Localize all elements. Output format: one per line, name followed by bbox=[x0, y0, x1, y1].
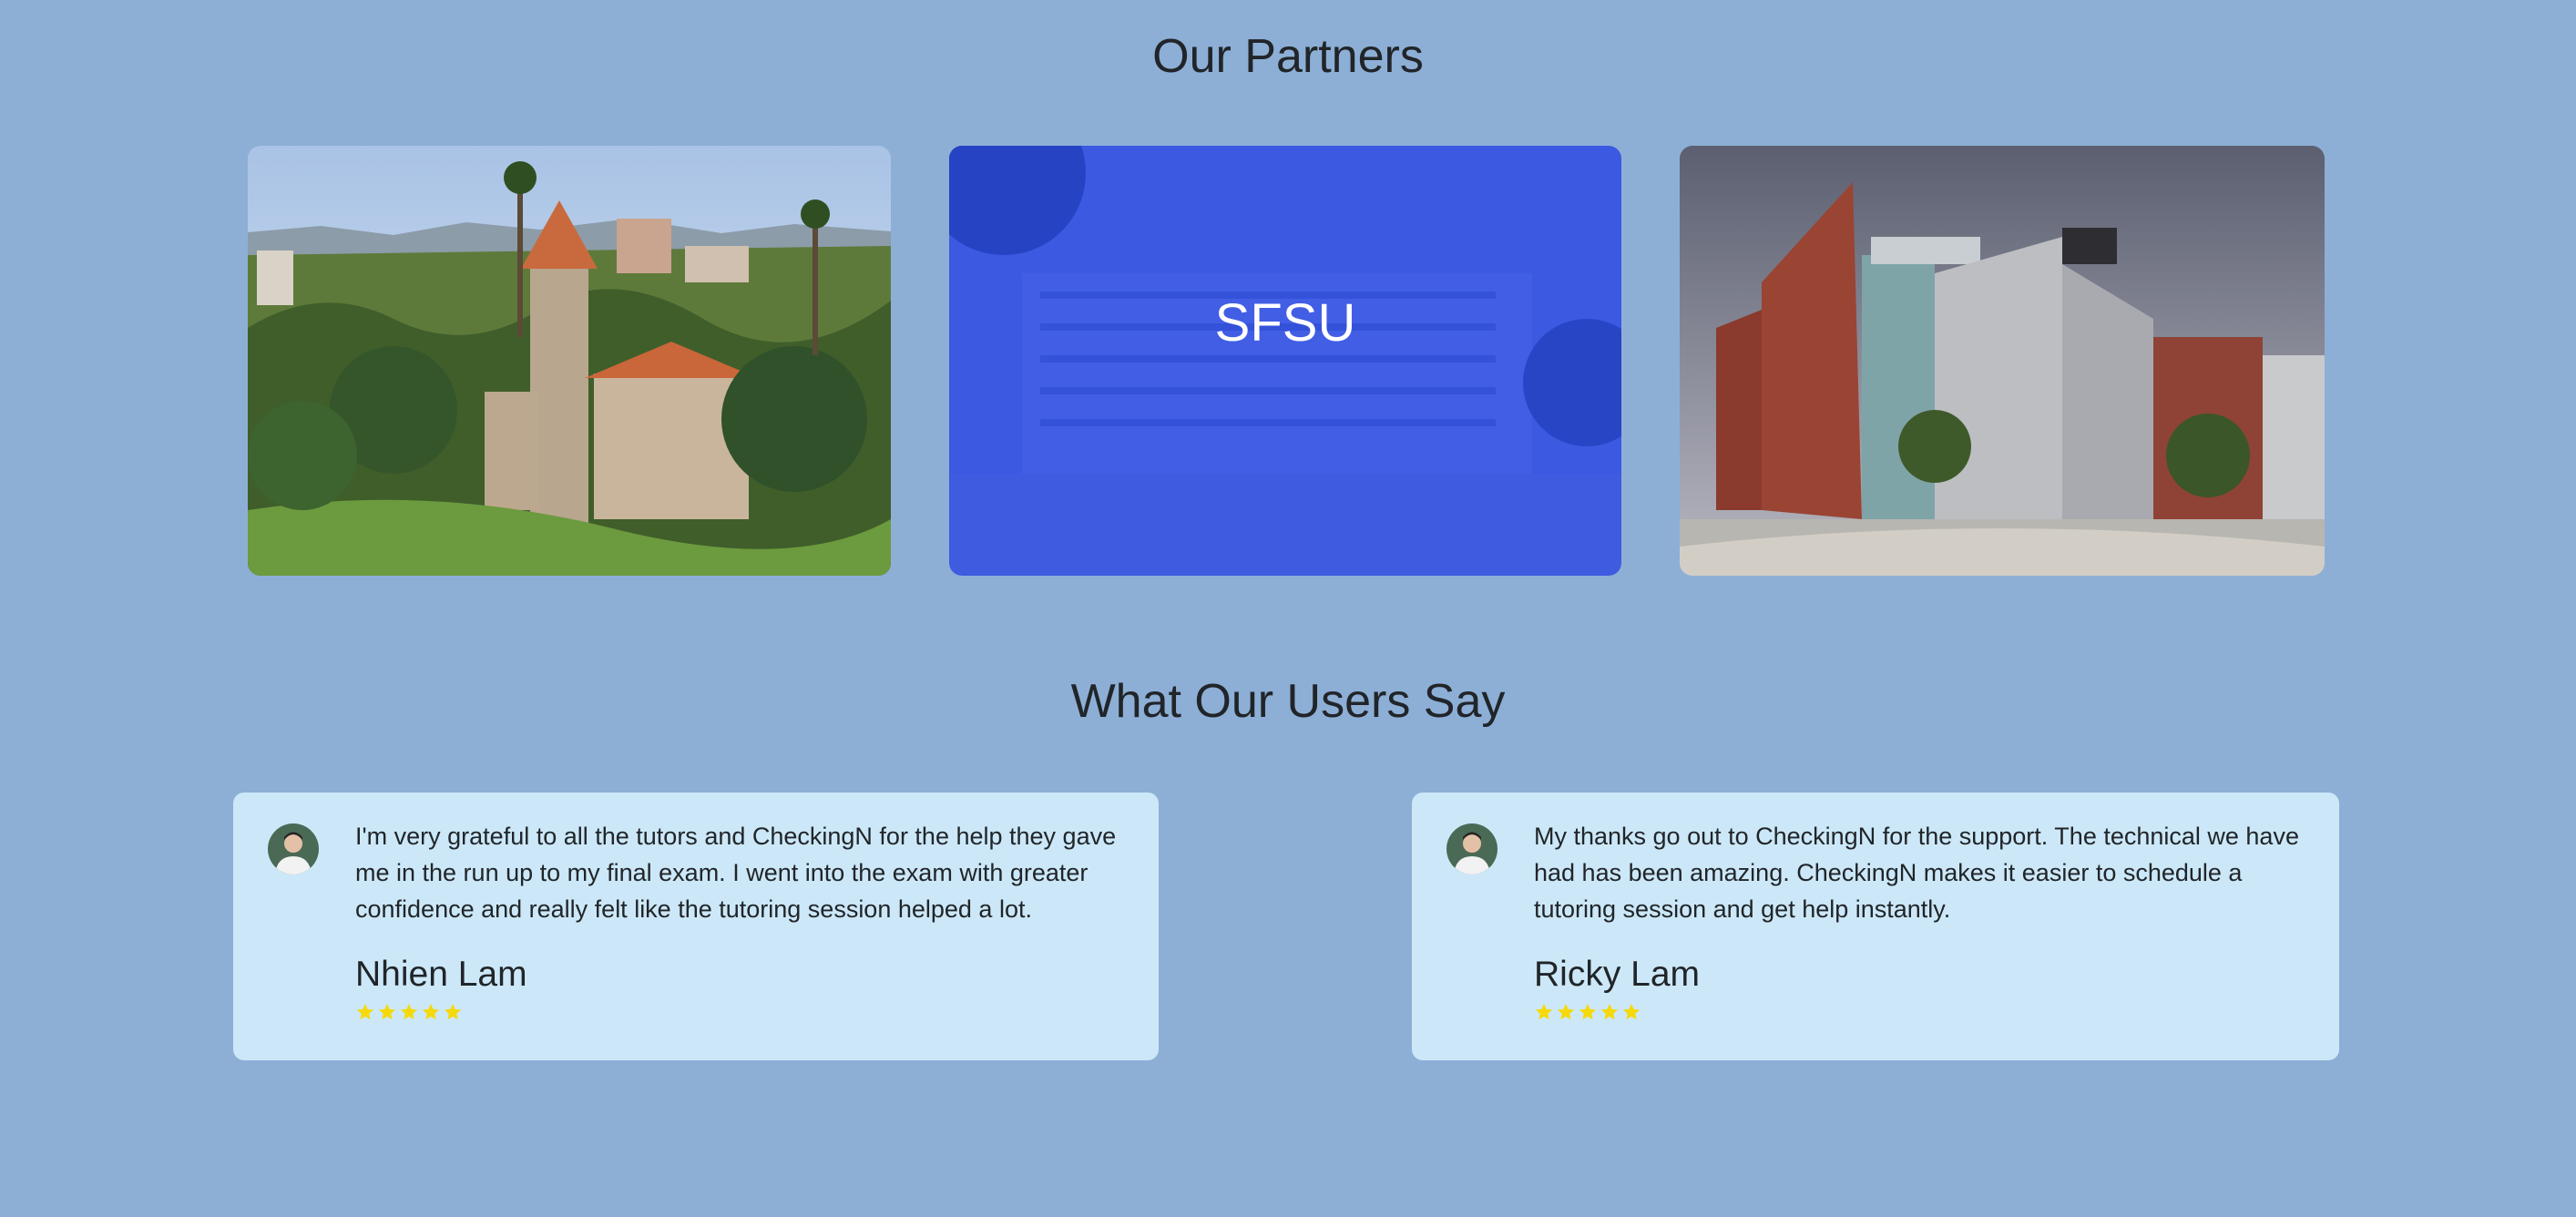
engineering-building-photo bbox=[1680, 146, 2325, 576]
partners-heading: Our Partners bbox=[1152, 30, 1424, 83]
testimonial-card-1: I'm very grateful to all the tutors and … bbox=[233, 793, 1159, 1060]
star-icon bbox=[378, 1003, 396, 1020]
avatar-icon bbox=[1446, 823, 1498, 874]
partner-card-sfsu[interactable]: SFSU bbox=[949, 146, 1621, 576]
star-icon bbox=[400, 1003, 418, 1020]
star-rating bbox=[1534, 1002, 1641, 1022]
star-icon bbox=[444, 1003, 462, 1020]
star-icon bbox=[356, 1003, 374, 1020]
testimonial-quote: I'm very grateful to all the tutors and … bbox=[355, 823, 1117, 923]
star-icon bbox=[1557, 1003, 1575, 1020]
testimonial-quote: My thanks go out to CheckingN for the su… bbox=[1534, 823, 2299, 923]
campus-tower-photo bbox=[248, 146, 891, 576]
avatar-icon bbox=[268, 823, 319, 874]
testimonial-author: Ricky Lam bbox=[1534, 955, 1701, 994]
avatar bbox=[1446, 823, 1498, 874]
partner-card-1[interactable] bbox=[248, 146, 891, 576]
avatar bbox=[268, 823, 319, 874]
partner-overlay bbox=[949, 146, 1621, 576]
star-icon bbox=[1535, 1003, 1553, 1020]
star-icon bbox=[1600, 1003, 1619, 1020]
star-icon bbox=[1622, 1003, 1641, 1020]
testimonial-card-2: My thanks go out to CheckingN for the su… bbox=[1412, 793, 2339, 1060]
star-icon bbox=[422, 1003, 440, 1020]
testimonial-author: Nhien Lam bbox=[355, 955, 527, 994]
star-icon bbox=[1579, 1003, 1597, 1020]
star-rating bbox=[355, 1002, 463, 1022]
partner-card-3[interactable] bbox=[1680, 146, 2325, 576]
testimonials-heading: What Our Users Say bbox=[1070, 675, 1506, 728]
partner-label: SFSU bbox=[1214, 293, 1356, 353]
